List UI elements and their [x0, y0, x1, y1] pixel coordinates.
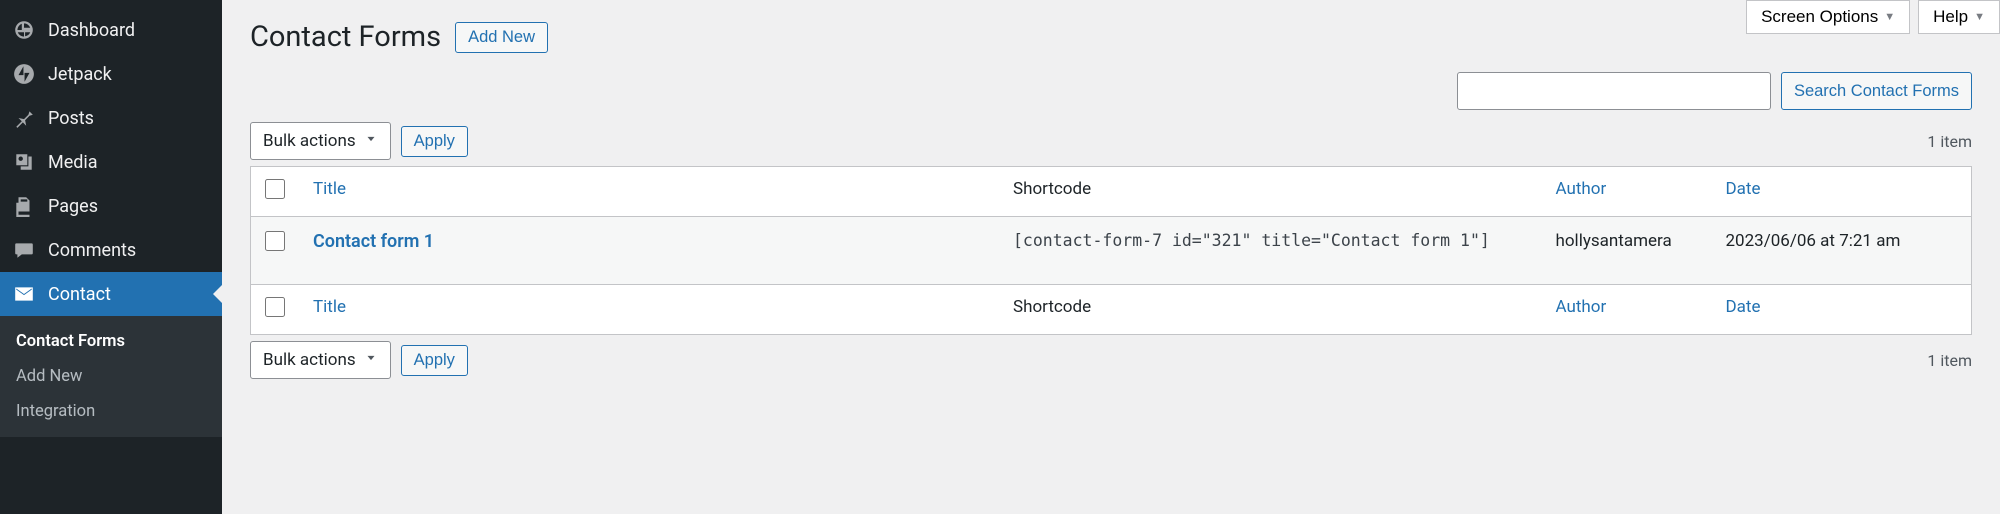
apply-button-top[interactable]: Apply: [401, 126, 468, 157]
mail-icon: [12, 282, 36, 306]
menu-item-contact[interactable]: Contact: [0, 272, 222, 316]
bulk-actions-label: Bulk actions: [263, 131, 356, 151]
menu-item-jetpack[interactable]: Jetpack: [0, 52, 222, 96]
menu-item-dashboard[interactable]: Dashboard: [0, 8, 222, 52]
menu-label: Dashboard: [48, 20, 135, 41]
submenu-item-integration[interactable]: Integration: [0, 394, 222, 429]
item-count-bottom: 1 item: [1927, 351, 1972, 370]
column-shortcode-bottom: Shortcode: [1013, 297, 1091, 317]
column-shortcode: Shortcode: [1013, 179, 1091, 199]
column-title-sort[interactable]: Title: [313, 179, 346, 199]
main-content: Screen Options ▼ Help ▼ Contact Forms Ad…: [222, 0, 2000, 514]
table-row: Contact form 1 [contact-form-7 id="321" …: [251, 217, 1972, 285]
comments-icon: [12, 238, 36, 262]
admin-sidebar: Dashboard Jetpack Posts Media Pages Comm…: [0, 0, 222, 514]
triangle-down-icon: ▼: [1884, 11, 1895, 23]
menu-label: Jetpack: [48, 64, 112, 85]
menu-label: Pages: [48, 196, 98, 217]
chevron-down-icon: [364, 131, 378, 151]
menu-label: Posts: [48, 108, 94, 129]
menu-item-posts[interactable]: Posts: [0, 96, 222, 140]
chevron-down-icon: [364, 350, 378, 370]
row-checkbox[interactable]: [265, 231, 285, 251]
row-title-link[interactable]: Contact form 1: [313, 231, 434, 252]
bulk-actions-select[interactable]: Bulk actions: [250, 122, 391, 160]
tablenav-top: Bulk actions Apply 1 item: [250, 122, 1972, 160]
jetpack-icon: [12, 62, 36, 86]
triangle-down-icon: ▼: [1974, 11, 1985, 23]
menu-item-comments[interactable]: Comments: [0, 228, 222, 272]
dashboard-icon: [12, 18, 36, 42]
media-icon: [12, 150, 36, 174]
column-author-sort[interactable]: Author: [1556, 179, 1607, 199]
column-author-sort-bottom[interactable]: Author: [1556, 297, 1607, 317]
menu-item-pages[interactable]: Pages: [0, 184, 222, 228]
search-input[interactable]: [1457, 72, 1771, 110]
top-controls: Screen Options ▼ Help ▼: [1746, 0, 2000, 34]
pin-icon: [12, 106, 36, 130]
menu-label: Contact: [48, 284, 111, 305]
select-all-checkbox[interactable]: [265, 179, 285, 199]
tablenav-left-bottom: Bulk actions Apply: [250, 341, 468, 379]
contact-forms-table: Title Shortcode Author Date Contact form…: [250, 166, 1972, 335]
search-button[interactable]: Search Contact Forms: [1781, 72, 1972, 110]
row-author: hollysantamera: [1556, 231, 1672, 251]
apply-button-bottom[interactable]: Apply: [401, 345, 468, 376]
column-title-sort-bottom[interactable]: Title: [313, 297, 346, 317]
menu-label: Media: [48, 152, 98, 173]
submenu-item-contact-forms[interactable]: Contact Forms: [0, 324, 222, 359]
bulk-actions-label-bottom: Bulk actions: [263, 350, 356, 370]
menu-label: Comments: [48, 240, 136, 261]
column-date-sort-bottom[interactable]: Date: [1726, 297, 1761, 317]
row-date: 2023/06/06 at 7:21 am: [1726, 231, 1901, 251]
add-new-button[interactable]: Add New: [455, 22, 548, 53]
pages-icon: [12, 194, 36, 218]
page-title: Contact Forms: [250, 20, 441, 54]
menu-item-media[interactable]: Media: [0, 140, 222, 184]
tablenav-left: Bulk actions Apply: [250, 122, 468, 160]
screen-options-label: Screen Options: [1761, 7, 1878, 27]
select-all-checkbox-bottom[interactable]: [265, 297, 285, 317]
submenu: Contact Forms Add New Integration: [0, 316, 222, 437]
page-title-row: Contact Forms Add New: [250, 20, 1972, 54]
item-count-top: 1 item: [1927, 132, 1972, 151]
help-button[interactable]: Help ▼: [1918, 0, 2000, 34]
tablenav-bottom: Bulk actions Apply 1 item: [250, 341, 1972, 379]
bulk-actions-select-bottom[interactable]: Bulk actions: [250, 341, 391, 379]
help-label: Help: [1933, 7, 1968, 27]
column-date-sort[interactable]: Date: [1726, 179, 1761, 199]
row-shortcode[interactable]: [contact-form-7 id="321" title="Contact …: [1013, 231, 1490, 250]
submenu-item-add-new[interactable]: Add New: [0, 359, 222, 394]
search-row: Search Contact Forms: [250, 72, 1972, 110]
screen-options-button[interactable]: Screen Options ▼: [1746, 0, 1910, 34]
